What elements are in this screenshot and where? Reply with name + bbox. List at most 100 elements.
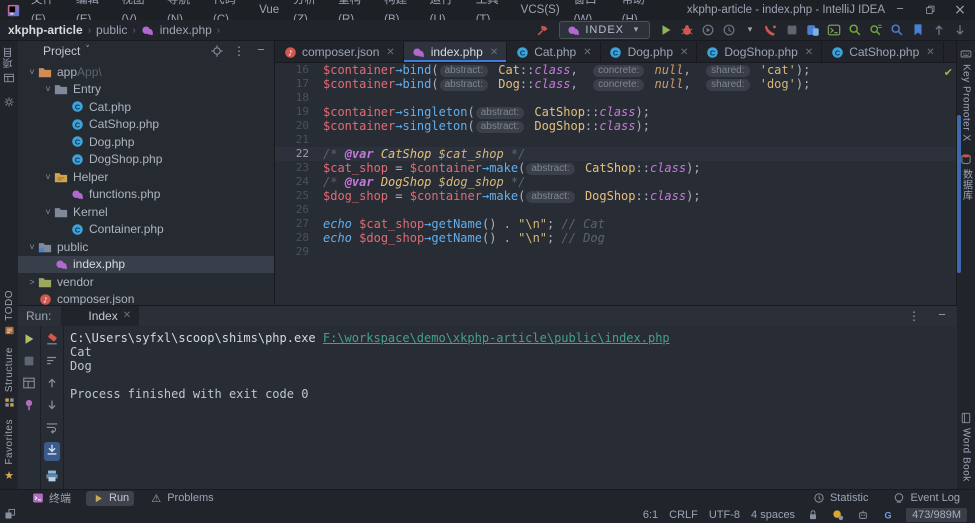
memory-indicator[interactable]: 473/989M — [906, 508, 967, 522]
tree-chevron-icon[interactable]: ˅ — [42, 84, 54, 94]
chevron-down-icon[interactable]: ▾ — [629, 23, 643, 37]
stripe-button-favorites[interactable]: ★Favorites — [2, 419, 16, 482]
toolwindow-button-event-log[interactable]: Event Log — [887, 491, 965, 506]
eraser-icon[interactable] — [45, 332, 59, 346]
tab-dog-php[interactable]: CDog.php✕ — [601, 42, 698, 62]
status-indent-style[interactable]: 4 spaces — [751, 509, 795, 521]
tree-item-functions-php[interactable]: functions.php — [18, 186, 274, 204]
toolwindow-button-problems[interactable]: ⚠Problems — [144, 491, 218, 506]
stop-icon[interactable] — [785, 23, 799, 37]
scroll-end-toggle[interactable] — [44, 442, 60, 461]
sync-settings-icon[interactable] — [806, 23, 820, 37]
tab-close-icon[interactable]: ✕ — [926, 47, 934, 58]
breadcrumb-item-2[interactable]: index.php — [160, 23, 212, 37]
locate-icon[interactable] — [210, 44, 224, 58]
run-console[interactable]: C:\Users\syfxl\scoop\shims\php.exe F:\wo… — [64, 326, 957, 491]
maximize-button[interactable] — [915, 0, 945, 20]
tree-item-cat-php[interactable]: CCat.php — [18, 98, 274, 116]
tab-cat-php[interactable]: CCat.php✕ — [507, 42, 600, 62]
down-stack-icon[interactable] — [45, 398, 59, 412]
tree-chevron-icon[interactable]: ˅ — [42, 207, 54, 217]
stripe-button-structure[interactable]: Structure — [2, 347, 16, 409]
tree-item-public[interactable]: ˅public — [18, 238, 274, 256]
sort-lines-icon[interactable] — [45, 354, 59, 368]
tree-item-app[interactable]: ˅app App\ — [18, 63, 274, 81]
more-icon[interactable]: ⋮ — [907, 309, 921, 323]
toolwindow-button-statistic[interactable]: Statistic — [807, 491, 874, 506]
tab-close-icon[interactable]: ✕ — [805, 47, 813, 58]
stop2-icon[interactable] — [22, 354, 36, 368]
nav-up-icon[interactable] — [932, 23, 946, 37]
tree-chevron-icon[interactable]: ˅ — [26, 242, 38, 252]
profiler-icon[interactable] — [722, 23, 736, 37]
console-file-link[interactable]: F:\workspace\demo\xkphp-article\public\i… — [323, 331, 670, 345]
toolwindow-button-run[interactable]: Run — [86, 491, 134, 506]
tree-item-container-php[interactable]: CContainer.php — [18, 221, 274, 239]
project-view-title[interactable]: Project — [43, 44, 80, 58]
tree-item-index-php[interactable]: index.php — [18, 256, 274, 274]
tree-chevron-icon[interactable]: ˃ — [26, 277, 38, 287]
tree-item-helper[interactable]: ˅Helper — [18, 168, 274, 186]
lock-icon[interactable] — [806, 508, 820, 522]
minimize-button[interactable]: ─ — [885, 0, 915, 20]
tab-close-icon[interactable]: ✕ — [583, 47, 591, 58]
stripe-button-项目[interactable]: 项目 — [2, 47, 17, 85]
toolwindow-button-终端[interactable]: 终端 — [26, 491, 76, 506]
tab-composer-json[interactable]: ♪composer.json✕ — [275, 42, 404, 62]
phone-listen-icon[interactable] — [764, 23, 778, 37]
bookmark-icon[interactable] — [911, 23, 925, 37]
close-button[interactable]: × — [945, 0, 975, 20]
more-icon[interactable]: ⋮ — [232, 44, 246, 58]
tab-index-php[interactable]: index.php✕ — [404, 42, 507, 62]
soft-wrap-icon[interactable] — [45, 420, 59, 434]
scroll-end-icon[interactable] — [45, 443, 59, 457]
search-icon[interactable] — [848, 23, 862, 37]
status-line-separator[interactable]: CRLF — [669, 509, 698, 521]
build-hammer-icon[interactable] — [536, 23, 550, 37]
tree-chevron-icon[interactable]: ˅ — [26, 67, 38, 77]
tree-item-catshop-php[interactable]: CCatShop.php — [18, 116, 274, 134]
tab-close-icon[interactable]: ✕ — [490, 47, 498, 58]
stripe-button-services[interactable] — [2, 95, 16, 109]
up-stack-icon[interactable] — [45, 376, 59, 390]
tab-catshop-php[interactable]: CCatShop.php✕ — [822, 42, 943, 62]
find-in-path-icon[interactable] — [890, 23, 904, 37]
tree-item-dog-php[interactable]: CDog.php — [18, 133, 274, 151]
terminal-icon[interactable] — [827, 23, 841, 37]
chevron-down-icon[interactable]: ˅ — [85, 46, 90, 55]
tree-item-dogshop-php[interactable]: CDogShop.php — [18, 151, 274, 169]
tree-chevron-icon[interactable]: ˅ — [42, 172, 54, 182]
editor-area[interactable]: ♪composer.json✕index.php✕CCat.php✕CDog.p… — [275, 41, 957, 305]
toolwindow-toggle-icon[interactable] — [3, 507, 17, 521]
google-icon[interactable]: G — [881, 508, 895, 522]
coverage-icon[interactable] — [701, 23, 715, 37]
tree-item-kernel[interactable]: ˅Kernel — [18, 203, 274, 221]
stripe-button-word-book[interactable]: Word Book — [959, 411, 973, 482]
interpreter-icon[interactable] — [831, 508, 845, 522]
docker-icon[interactable] — [856, 508, 870, 522]
tab-close-icon[interactable]: ✕ — [386, 47, 394, 58]
search-replace-icon[interactable] — [869, 23, 883, 37]
status-caret-position[interactable]: 6:1 — [643, 509, 658, 521]
run-tab-index[interactable]: Index ✕ — [61, 306, 139, 326]
breadcrumb-item-1[interactable]: public — [96, 23, 127, 37]
tree-item-entry[interactable]: ˅Entry — [18, 81, 274, 99]
tree-item-vendor[interactable]: ˃vendor — [18, 273, 274, 291]
hide-icon[interactable]: ─ — [935, 309, 949, 323]
rerun-icon[interactable] — [22, 332, 36, 346]
menu-item-5[interactable]: Vue — [252, 0, 286, 20]
breadcrumb-item-0[interactable]: xkphp-article — [8, 23, 83, 37]
code-editor[interactable]: 16$container→bind(abstract: Cat::class, … — [275, 63, 957, 305]
run-play-icon[interactable] — [659, 23, 673, 37]
tab-dogshop-php[interactable]: CDogShop.php✕ — [697, 42, 822, 62]
stripe-button-todo[interactable]: TODO — [2, 290, 16, 338]
run-config-selector[interactable]: INDEX▾ — [559, 21, 650, 39]
status-file-encoding[interactable]: UTF-8 — [709, 509, 740, 521]
chevron-down-icon[interactable]: ▾ — [743, 23, 757, 37]
tree-item-composer-json[interactable]: ♪composer.json — [18, 291, 274, 306]
close-icon[interactable]: ✕ — [123, 311, 131, 321]
restore-layout-icon[interactable] — [22, 376, 36, 390]
pin-icon[interactable] — [22, 398, 36, 412]
hide-icon[interactable]: ─ — [254, 44, 268, 58]
editor-scrollbar-thumb[interactable] — [957, 115, 961, 273]
